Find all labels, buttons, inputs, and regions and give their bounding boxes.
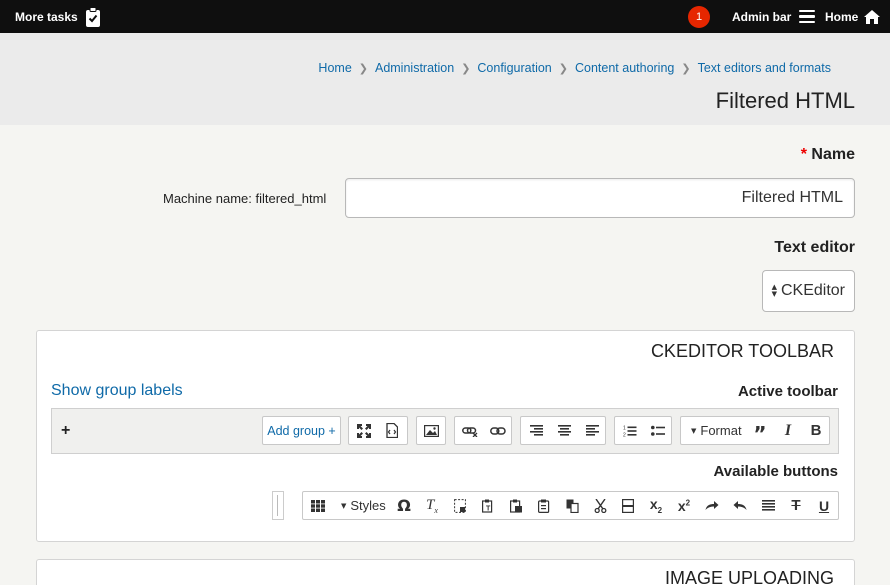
toolbar-legend: CKEDITOR TOOLBAR [650, 341, 834, 361]
toolbar-group: ▼ Format ” I B [680, 416, 830, 446]
available-buttons-label: Available buttons [713, 463, 838, 480]
bold-icon[interactable]: B [803, 417, 829, 444]
source-icon[interactable] [379, 417, 405, 444]
select-arrows-icon: ▲ ▼ [771, 283, 777, 298]
format-dropdown-label: Format [700, 423, 742, 438]
dropdown-caret-icon: ▼ [691, 426, 697, 435]
name-label-text: Name [811, 146, 855, 163]
blockquote-icon[interactable]: ” [747, 417, 773, 446]
ckeditor-toolbar-fieldset: CKEDITOR TOOLBAR Show group labels Activ… [36, 330, 855, 542]
breadcrumb-separator: ❯ [558, 61, 568, 75]
more-tasks-label: More tasks [15, 9, 78, 24]
add-group-button[interactable]: Add group + [262, 416, 341, 445]
toolbar-group [348, 416, 408, 445]
horizontal-rule-icon[interactable] [615, 492, 641, 519]
group-drop-zone[interactable] [272, 491, 284, 520]
align-center-icon[interactable] [551, 417, 577, 444]
text-editor-label: Text editor [774, 239, 855, 256]
active-toolbar-label: Active toolbar [737, 383, 838, 400]
home-link[interactable]: Home [825, 0, 881, 33]
add-row-button[interactable]: + [61, 422, 70, 440]
page-header: Home ❯ Administration ❯ Configuration ❯ … [0, 33, 890, 125]
italic-icon[interactable]: I [775, 417, 801, 444]
breadcrumb-home[interactable]: Home [318, 61, 351, 75]
breadcrumb-configuration[interactable]: Configuration [477, 61, 551, 75]
required-marker: * [800, 146, 807, 163]
special-char-icon[interactable]: Ω [391, 492, 417, 519]
toolbar-group [454, 416, 512, 445]
subscript-icon[interactable]: x2 [643, 492, 669, 519]
align-left-icon[interactable] [579, 417, 605, 444]
name-input[interactable]: Filtered HTML [345, 178, 855, 218]
available-buttons-group: ▼ Styles Ω Tx T x2 x2 T U [302, 491, 839, 520]
justify-icon[interactable] [755, 492, 781, 519]
breadcrumb-separator: ❯ [681, 61, 691, 75]
clipboard-check-icon [85, 6, 100, 27]
format-dropdown[interactable]: ▼ Format [683, 417, 745, 444]
page-title: Filtered HTML [715, 88, 855, 113]
paste-icon[interactable] [531, 492, 557, 519]
notification-badge[interactable]: 1 [688, 6, 710, 28]
hamburger-icon [799, 9, 816, 24]
copy-icon[interactable] [559, 492, 585, 519]
show-blocks-icon[interactable] [447, 492, 473, 519]
link-icon[interactable] [485, 417, 511, 444]
machine-name: Machine name: filtered_html [163, 191, 327, 206]
toolbar-group: 12 [614, 416, 672, 445]
undo-icon[interactable] [727, 492, 753, 519]
text-editor-value: CKEditor [780, 282, 845, 299]
breadcrumb-administration[interactable]: Administration [375, 61, 454, 75]
name-label: * Name [801, 146, 855, 164]
show-group-labels-link[interactable]: Show group labels [51, 382, 183, 400]
more-tasks-link[interactable]: More tasks [15, 0, 101, 33]
align-right-icon[interactable] [523, 417, 549, 444]
toolbar-group [416, 416, 446, 445]
maximize-icon[interactable] [351, 417, 377, 444]
remove-format-icon[interactable]: Tx [419, 492, 445, 519]
styles-dropdown[interactable]: ▼ Styles [333, 492, 393, 519]
table-icon[interactable] [305, 492, 331, 519]
breadcrumb-separator: ❯ [358, 61, 368, 75]
text-editor-select[interactable]: ▲ ▼ CKEditor [762, 270, 855, 312]
numbered-list-icon[interactable]: 12 [617, 417, 643, 444]
svg-text:1: 1 [623, 425, 626, 431]
breadcrumb-text-editors[interactable]: Text editors and formats [698, 61, 831, 75]
unlink-icon[interactable] [457, 417, 483, 444]
home-icon [864, 9, 881, 24]
toolbar-group [520, 416, 606, 445]
admin-bar-label: Admin bar [732, 9, 792, 24]
bulleted-list-icon[interactable] [645, 417, 671, 444]
dropdown-caret-icon: ▼ [341, 501, 347, 510]
cut-icon[interactable] [587, 492, 613, 519]
paste-word-icon[interactable] [503, 492, 529, 519]
breadcrumb-separator: ❯ [461, 61, 471, 75]
svg-text:2: 2 [623, 432, 626, 437]
image-uploading-fieldset: IMAGE UPLOADING [36, 559, 855, 585]
underline-icon[interactable]: U [811, 492, 837, 519]
home-label: Home [825, 9, 859, 24]
image-icon[interactable] [418, 417, 444, 444]
admin-bar-toggle[interactable]: Admin bar [732, 0, 816, 33]
active-toolbar: + Add group + 1 2 ▼ Format ” I B [51, 408, 839, 454]
admin-toolbar: More tasks 1 Admin bar Home [0, 0, 890, 33]
svg-text:T: T [486, 505, 491, 512]
strikethrough-icon[interactable]: T [783, 492, 809, 519]
breadcrumb-content-authoring[interactable]: Content authoring [575, 61, 674, 75]
superscript-icon[interactable]: x2 [671, 492, 697, 519]
paste-text-icon[interactable]: T [475, 492, 501, 519]
breadcrumb: Home ❯ Administration ❯ Configuration ❯ … [318, 61, 831, 75]
styles-dropdown-label: Styles [350, 498, 386, 513]
image-uploading-legend: IMAGE UPLOADING [664, 568, 834, 585]
redo-icon[interactable] [699, 492, 725, 519]
